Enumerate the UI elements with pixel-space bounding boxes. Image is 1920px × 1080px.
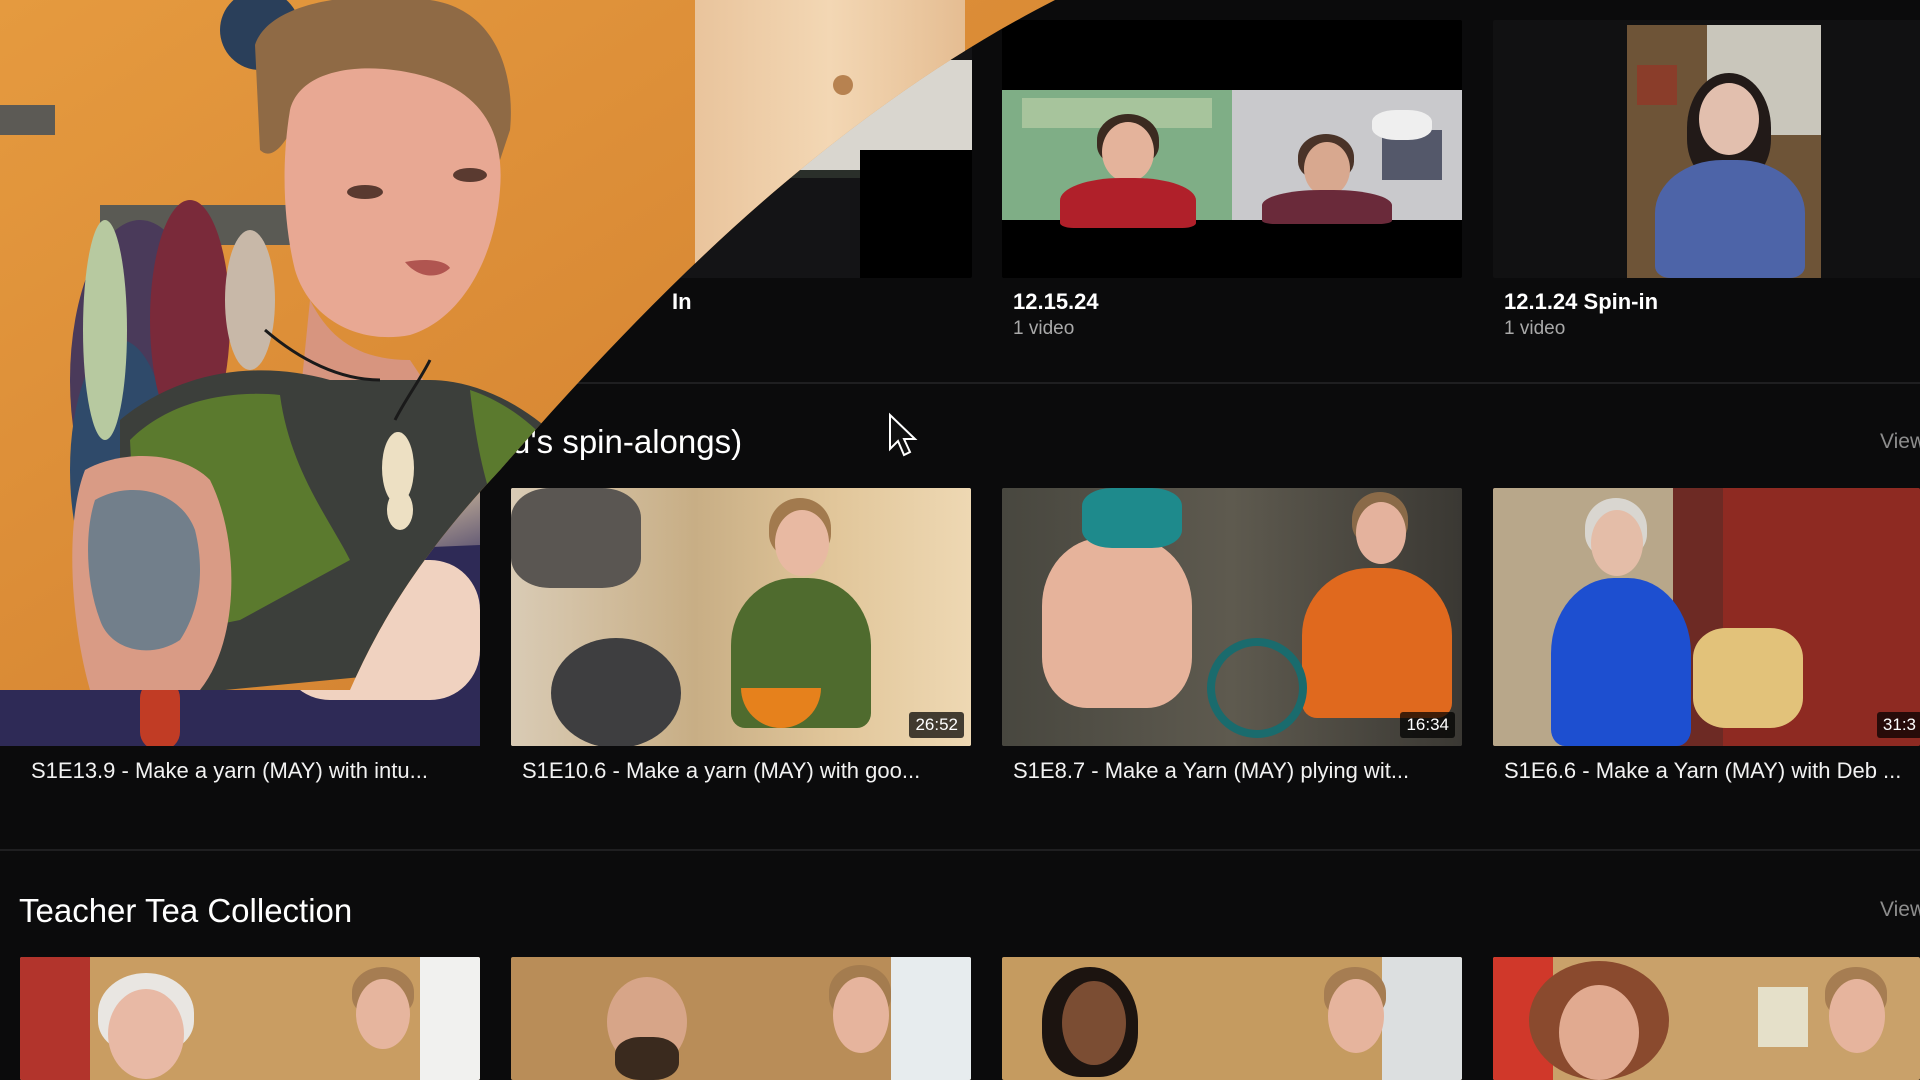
- video-thumbnail[interactable]: 26:52: [511, 488, 971, 746]
- video-thumbnail[interactable]: 31:3: [1493, 488, 1920, 746]
- section-title-spin-alongs[interactable]: u's spin-alongs): [512, 423, 742, 461]
- video-duration: 16:34: [1400, 712, 1455, 738]
- collection-page: In 12.15.24 1 video 12.1.24 Spin-in 1 vi…: [0, 0, 1920, 1080]
- video-thumbnail[interactable]: [20, 957, 480, 1080]
- video-thumbnail[interactable]: [1002, 957, 1462, 1080]
- collection-thumbnail-12-1-24-spin-in[interactable]: [1493, 20, 1920, 278]
- video-title[interactable]: S1E13.9 - Make a yarn (MAY) with intu...: [31, 758, 481, 784]
- video-duration: 31:3: [1876, 712, 1920, 738]
- video-duration: 26:52: [909, 712, 964, 738]
- video-title[interactable]: S1E8.7 - Make a Yarn (MAY) plying wit...: [1013, 758, 1463, 784]
- mouse-pointer-icon: [889, 412, 918, 457]
- video-thumbnail[interactable]: [511, 957, 971, 1080]
- collection-video-count: 1 video: [1504, 318, 1566, 339]
- video-title[interactable]: S1E6.6 - Make a Yarn (MAY) with Deb ...: [1504, 758, 1920, 784]
- video-thumbnail[interactable]: 16:34: [1002, 488, 1462, 746]
- video-title[interactable]: S1E10.6 - Make a yarn (MAY) with goo...: [522, 758, 972, 784]
- collection-video-count: 1 video: [1013, 318, 1075, 339]
- video-thumbnail[interactable]: 15:09: [20, 488, 480, 746]
- collection-title-12-15-24[interactable]: 12.15.24: [1013, 289, 1099, 315]
- video-thumbnail[interactable]: [1493, 957, 1920, 1080]
- section-title-teacher-tea[interactable]: Teacher Tea Collection: [19, 892, 352, 930]
- collection-thumbnail-spin-in[interactable]: [620, 20, 972, 278]
- view-all-link[interactable]: View: [1880, 430, 1920, 454]
- view-all-link[interactable]: View: [1880, 898, 1920, 922]
- section-divider: [0, 849, 1920, 851]
- video-duration: 15:09: [418, 712, 473, 738]
- collection-thumbnail-12-15-24[interactable]: [1002, 20, 1462, 278]
- collection-title-12-1-24-spin-in[interactable]: 12.1.24 Spin-in: [1504, 289, 1658, 315]
- section-divider: [0, 382, 1920, 384]
- collection-title-spin-in[interactable]: In: [672, 289, 692, 315]
